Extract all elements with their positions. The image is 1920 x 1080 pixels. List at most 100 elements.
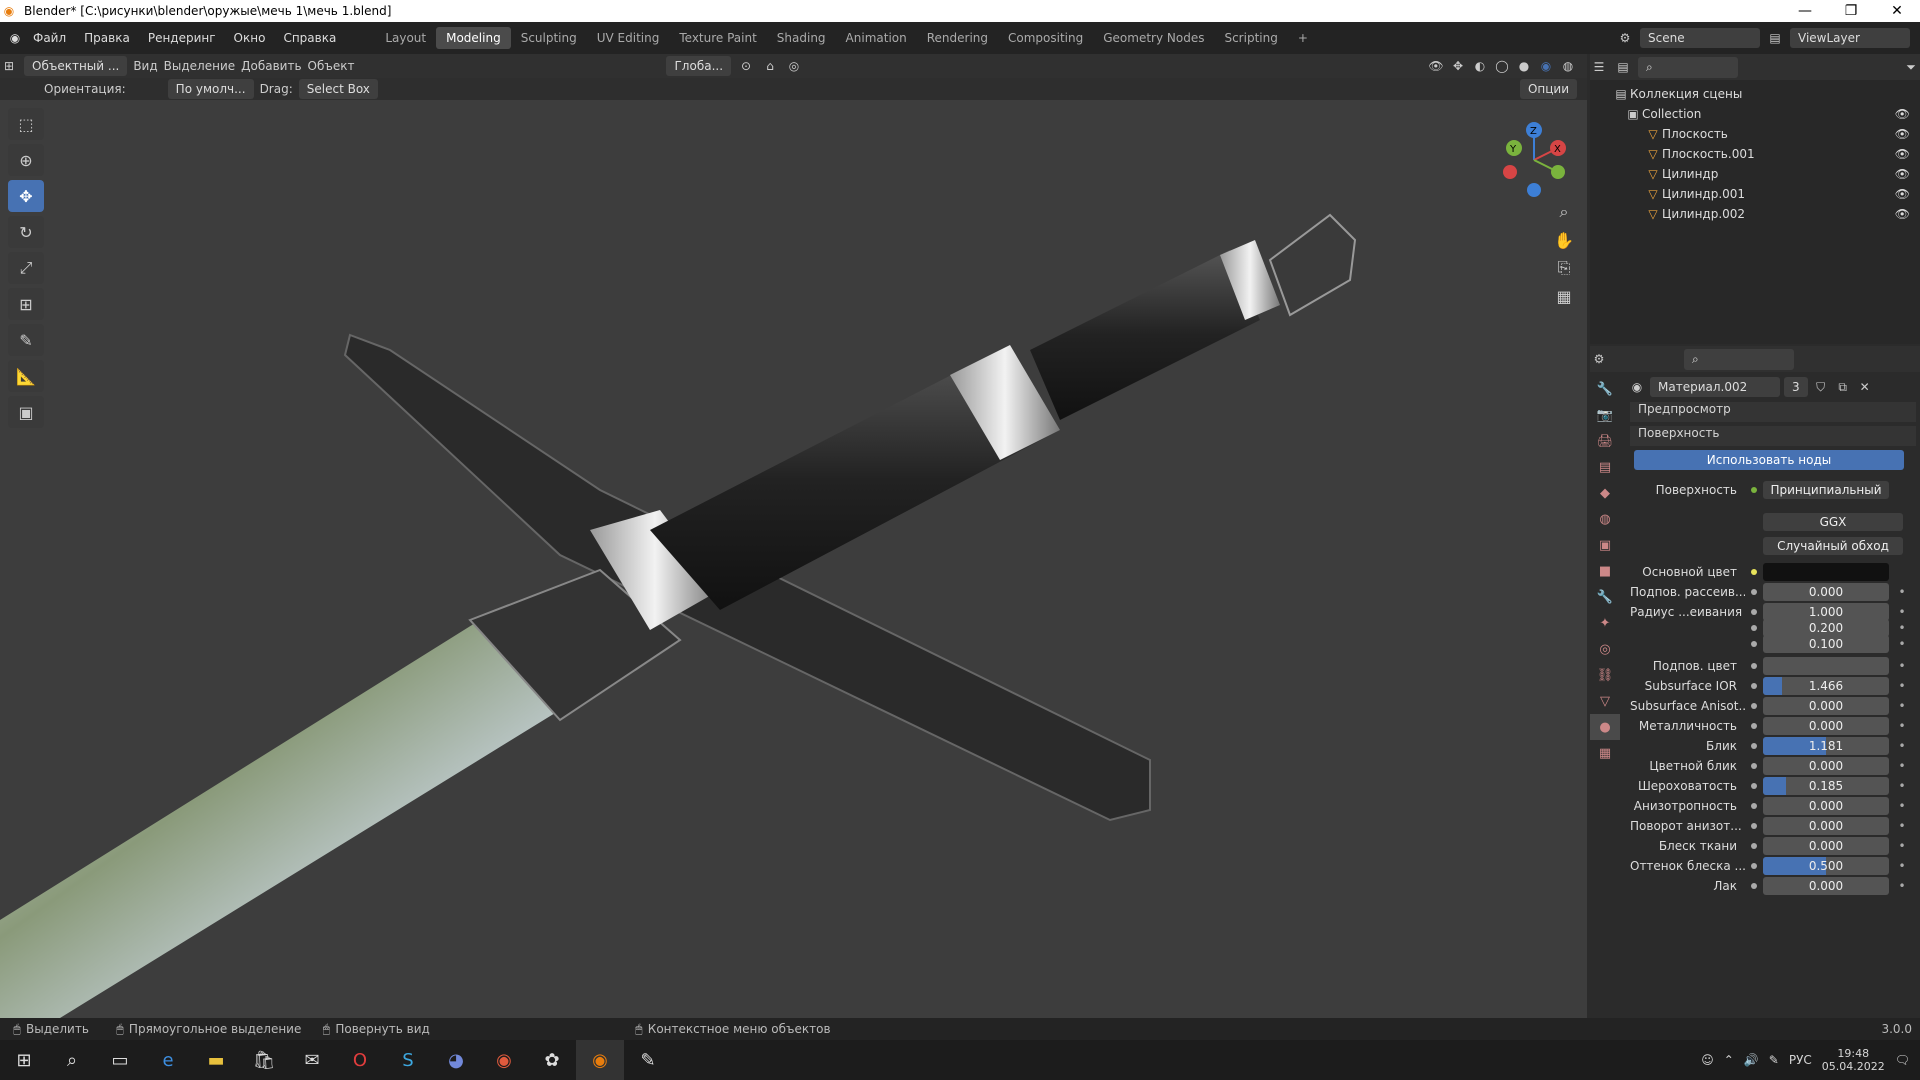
socket-dot[interactable] bbox=[1751, 783, 1757, 789]
use-nodes-button[interactable]: Использовать ноды bbox=[1634, 450, 1904, 470]
keyframe-dot-icon[interactable]: • bbox=[1897, 605, 1907, 619]
socket-dot[interactable] bbox=[1751, 641, 1757, 647]
mail-icon[interactable]: ✉ bbox=[288, 1040, 336, 1080]
material-tab-icon[interactable]: ● bbox=[1590, 714, 1620, 740]
visibility-eye-icon[interactable]: 👁 bbox=[1895, 187, 1910, 201]
menu-add[interactable]: Добавить bbox=[241, 59, 301, 73]
keyframe-dot-icon[interactable]: • bbox=[1897, 779, 1907, 793]
menu-file[interactable]: Файл bbox=[24, 31, 75, 45]
tab-geometry-nodes[interactable]: Geometry Nodes bbox=[1093, 27, 1214, 49]
scene-selector[interactable]: Scene bbox=[1640, 28, 1760, 48]
outliner-item[interactable]: ▽ Цилиндр.001 👁 bbox=[1612, 184, 1920, 204]
menu-edit[interactable]: Правка bbox=[75, 31, 139, 45]
measure-icon[interactable]: 📐 bbox=[8, 360, 44, 392]
material-sphere-icon[interactable]: ◉ bbox=[1628, 380, 1646, 394]
collection-tab-icon[interactable]: ▣ bbox=[1590, 532, 1620, 558]
display-mode-icon[interactable]: ▤ bbox=[1614, 60, 1632, 74]
property-value-field[interactable]: 0.500 bbox=[1763, 857, 1889, 875]
socket-dot[interactable] bbox=[1751, 609, 1757, 615]
zoom-icon[interactable]: ⌕ bbox=[1552, 200, 1576, 224]
cursor-icon[interactable]: ⊕ bbox=[8, 144, 44, 176]
property-value-field[interactable]: 0.000 bbox=[1763, 717, 1889, 735]
tab-animation[interactable]: Animation bbox=[836, 27, 917, 49]
property-value-field[interactable]: 0.000 bbox=[1763, 837, 1889, 855]
edge-icon[interactable]: e bbox=[144, 1040, 192, 1080]
render-tab-icon[interactable]: 📷 bbox=[1590, 402, 1620, 428]
keyframe-dot-icon[interactable]: • bbox=[1897, 585, 1907, 599]
menu-view[interactable]: Вид bbox=[133, 59, 157, 73]
store-icon[interactable]: 🛍 bbox=[240, 1040, 288, 1080]
solid-shading-icon[interactable]: ● bbox=[1515, 59, 1533, 73]
property-value-field[interactable]: 0.000 bbox=[1763, 697, 1889, 715]
properties-search-input[interactable]: ⌕ bbox=[1684, 348, 1794, 370]
blender-menu-icon[interactable]: ◉ bbox=[6, 31, 24, 45]
surface-panel[interactable]: Поверхность bbox=[1630, 426, 1916, 446]
visibility-icon[interactable]: 👁 bbox=[1427, 59, 1445, 73]
orientation-dropdown[interactable]: По умолч... bbox=[167, 79, 254, 99]
constraints-tab-icon[interactable]: ⛓ bbox=[1590, 662, 1620, 688]
app-icon[interactable]: ◉ bbox=[480, 1040, 528, 1080]
socket-dot[interactable] bbox=[1751, 625, 1757, 631]
duplicate-material-icon[interactable]: ⧉ bbox=[1834, 380, 1852, 395]
preview-panel[interactable]: Предпросмотр bbox=[1630, 402, 1916, 422]
fake-user-icon[interactable]: ⛉ bbox=[1812, 380, 1830, 395]
property-value-field[interactable]: 0.000 bbox=[1763, 757, 1889, 775]
keyframe-dot-icon[interactable]: • bbox=[1897, 799, 1907, 813]
socket-dot[interactable] bbox=[1751, 863, 1757, 869]
opera-icon[interactable]: O bbox=[336, 1040, 384, 1080]
world-tab-icon[interactable]: ◍ bbox=[1590, 506, 1620, 532]
keyframe-dot-icon[interactable]: • bbox=[1897, 819, 1907, 833]
tab-compositing[interactable]: Compositing bbox=[998, 27, 1093, 49]
material-users-count[interactable]: 3 bbox=[1784, 377, 1808, 397]
keyframe-dot-icon[interactable]: • bbox=[1897, 759, 1907, 773]
properties-editor-icon[interactable]: ⚙ bbox=[1590, 352, 1608, 366]
menu-help[interactable]: Справка bbox=[274, 31, 345, 45]
task-view-icon[interactable]: ▭ bbox=[96, 1040, 144, 1080]
visibility-eye-icon[interactable]: 👁 bbox=[1895, 107, 1910, 121]
people-icon[interactable]: ☺ bbox=[1701, 1053, 1714, 1067]
property-value-field[interactable] bbox=[1763, 657, 1889, 675]
add-workspace-icon[interactable]: + bbox=[1288, 27, 1318, 49]
start-icon[interactable]: ⊞ bbox=[0, 1040, 48, 1080]
property-value-field[interactable]: 1.181 bbox=[1763, 737, 1889, 755]
keyframe-dot-icon[interactable]: • bbox=[1897, 699, 1907, 713]
rendered-shading-icon[interactable]: ◍ bbox=[1559, 59, 1577, 73]
particles-tab-icon[interactable]: ✦ bbox=[1590, 610, 1620, 636]
outliner-item[interactable]: ▽ Плоскость.001 👁 bbox=[1612, 144, 1920, 164]
keyframe-dot-icon[interactable]: • bbox=[1897, 739, 1907, 753]
output-tab-icon[interactable]: 🖨 bbox=[1590, 428, 1620, 454]
object-tab-icon[interactable]: ■ bbox=[1590, 558, 1620, 584]
view-layer-selector[interactable]: ViewLayer bbox=[1790, 28, 1910, 48]
modifier-tab-icon[interactable]: 🔧 bbox=[1590, 584, 1620, 610]
outliner-search-input[interactable]: ⌕ bbox=[1638, 56, 1738, 78]
blender-taskbar-icon[interactable]: ◉ bbox=[576, 1040, 624, 1080]
skype-icon[interactable]: S bbox=[384, 1040, 432, 1080]
base-color-swatch[interactable] bbox=[1763, 563, 1889, 581]
overlay-icon[interactable]: ◐ bbox=[1471, 59, 1489, 73]
paint-app-icon[interactable]: ✎ bbox=[624, 1040, 672, 1080]
language-indicator[interactable]: РУС bbox=[1789, 1053, 1812, 1067]
discord-icon[interactable]: ◕ bbox=[432, 1040, 480, 1080]
snap-icon[interactable]: ⌂ bbox=[761, 59, 779, 73]
volume-icon[interactable]: 🔊 bbox=[1744, 1053, 1759, 1067]
outliner-collection[interactable]: ▣ Collection 👁 bbox=[1612, 104, 1920, 124]
property-value-field[interactable]: 0.185 bbox=[1763, 777, 1889, 795]
tab-texture-paint[interactable]: Texture Paint bbox=[669, 27, 766, 49]
outliner-item[interactable]: ▽ Цилиндр 👁 bbox=[1612, 164, 1920, 184]
outliner-scene-collection[interactable]: ▤ Коллекция сцены bbox=[1612, 84, 1920, 104]
surface-shader-field[interactable]: Принципиальный BS... bbox=[1763, 481, 1889, 499]
socket-dot[interactable] bbox=[1751, 589, 1757, 595]
move-icon[interactable]: ✥ bbox=[8, 180, 44, 212]
view-layer-tab-icon[interactable]: ▤ bbox=[1590, 454, 1620, 480]
mode-selector[interactable]: Объектный ... bbox=[24, 56, 128, 76]
keyframe-dot-icon[interactable]: • bbox=[1897, 879, 1907, 893]
unlink-material-icon[interactable]: ✕ bbox=[1856, 380, 1874, 394]
tab-shading[interactable]: Shading bbox=[767, 27, 836, 49]
minimize-button[interactable]: — bbox=[1782, 3, 1828, 19]
pivot-icon[interactable]: ⊙ bbox=[737, 59, 755, 73]
property-value-field[interactable]: 0.000 bbox=[1763, 583, 1889, 601]
property-value-field[interactable]: 0.000 bbox=[1763, 797, 1889, 815]
clock[interactable]: 19:48 05.04.2022 bbox=[1822, 1047, 1885, 1073]
menu-window[interactable]: Окно bbox=[225, 31, 275, 45]
socket-dot[interactable] bbox=[1751, 883, 1757, 889]
